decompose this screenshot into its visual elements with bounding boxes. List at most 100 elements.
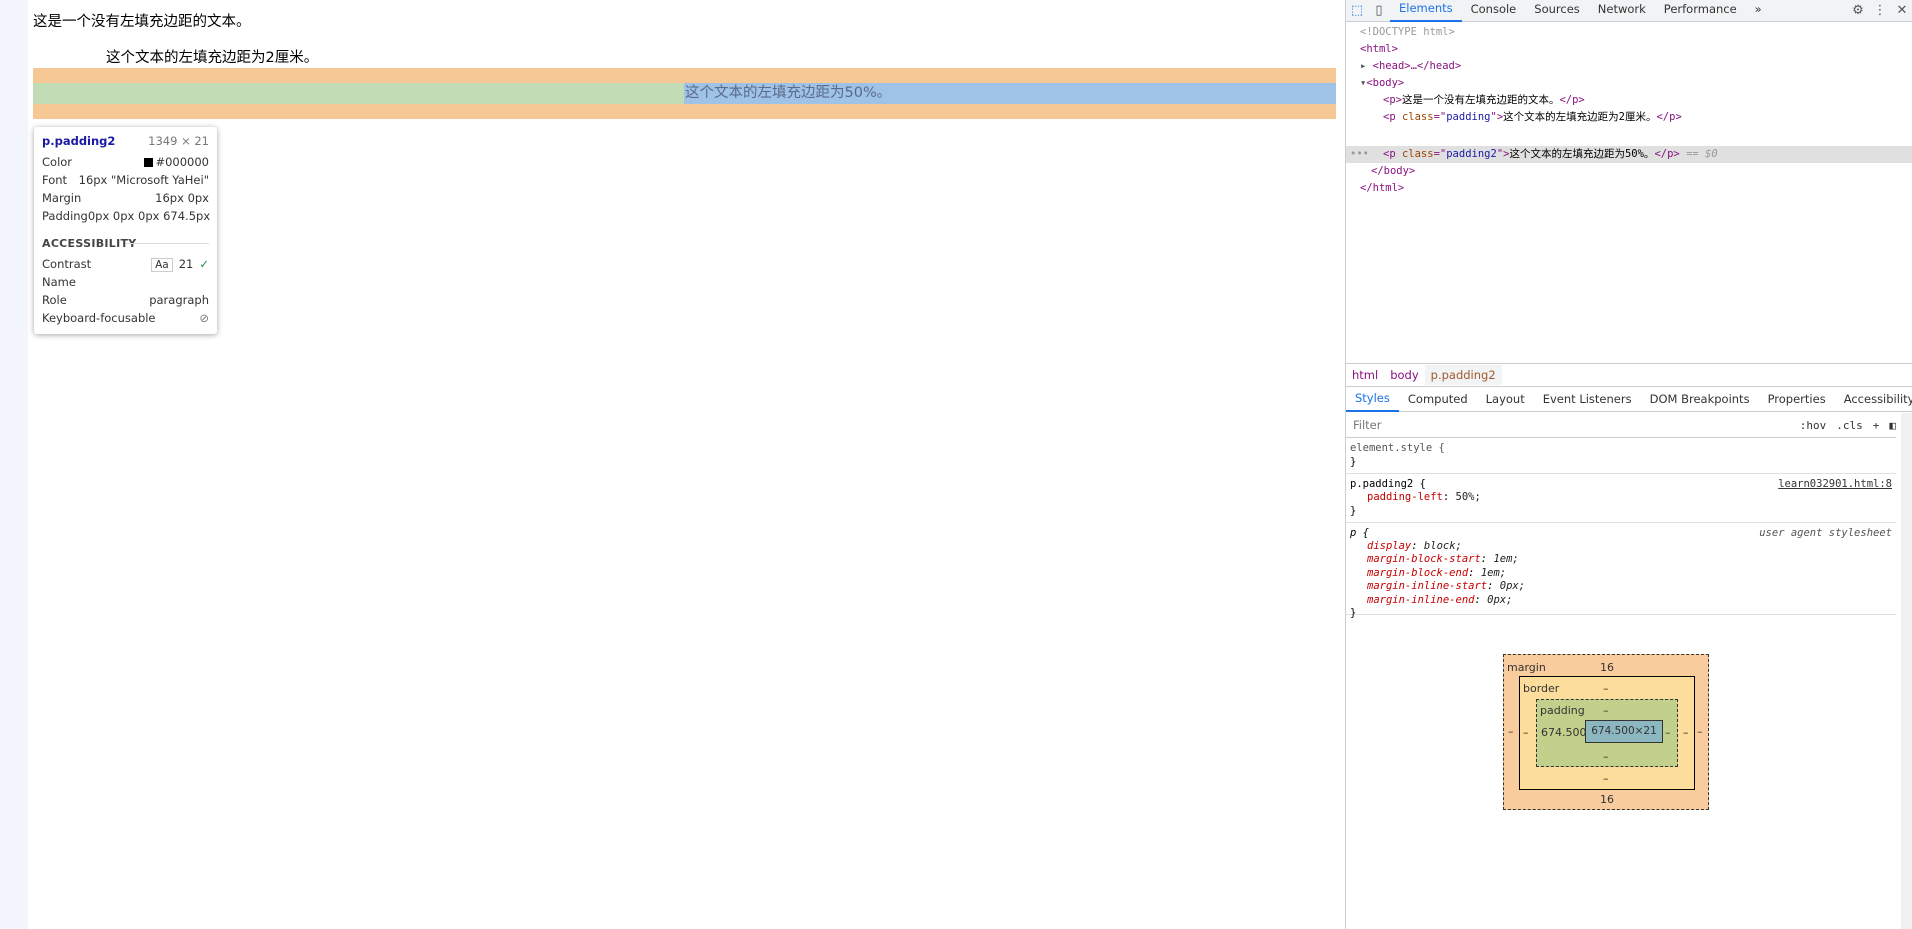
- highlight-padding: [33, 83, 684, 104]
- tooltip-font-value: 16px "Microsoft YaHei": [78, 173, 209, 187]
- box-model-margin[interactable]: margin 16 16 – – border – – – – padding …: [1503, 654, 1709, 810]
- tab-console[interactable]: Console: [1462, 0, 1526, 21]
- new-rule-icon[interactable]: +: [1873, 419, 1880, 432]
- breadcrumb-current[interactable]: p.padding2: [1424, 365, 1502, 385]
- tooltip-focusable-label: Keyboard-focusable: [42, 311, 156, 325]
- element-style-close: }: [1350, 456, 1357, 468]
- more-tabs-button[interactable]: »: [1746, 0, 1771, 21]
- tab-accessibility[interactable]: Accessibility: [1835, 388, 1912, 411]
- highlight-margin-top: [33, 68, 1336, 83]
- breadcrumb-body[interactable]: body: [1384, 368, 1424, 382]
- tooltip-padding-label: Padding: [42, 209, 88, 223]
- toggle-sidebar-icon[interactable]: ◧: [1889, 419, 1896, 432]
- cls-toggle[interactable]: .cls: [1836, 419, 1863, 432]
- dom-doctype[interactable]: <!DOCTYPE html>: [1360, 24, 1455, 41]
- rule1-close: }: [1350, 505, 1357, 517]
- padding-left-value[interactable]: 674.500: [1541, 726, 1587, 739]
- rule2-source: user agent stylesheet: [1759, 527, 1892, 539]
- border-left-value[interactable]: –: [1523, 726, 1529, 739]
- paragraph-padding-50: 这个文本的左填充边距为50%。: [685, 85, 892, 101]
- highlight-margin-bottom: [33, 104, 1336, 119]
- kebab-menu-icon[interactable]: ⋮: [1869, 3, 1891, 18]
- not-focusable-icon: ⊘: [199, 311, 209, 325]
- tooltip-contrast-label: Contrast: [42, 257, 92, 271]
- paragraph-padding-2cm: 这个文本的左填充边距为2厘米。: [106, 50, 319, 66]
- padding-label: padding: [1540, 704, 1585, 717]
- tab-sources[interactable]: Sources: [1525, 0, 1589, 21]
- styles-subtabs: Styles Computed Layout Event Listeners D…: [1346, 388, 1912, 412]
- device-toggle-icon[interactable]: ▯: [1368, 3, 1390, 18]
- ua-declaration: display: block;: [1367, 540, 1462, 552]
- breadcrumb-html[interactable]: html: [1346, 368, 1384, 382]
- border-label: border: [1523, 682, 1560, 695]
- check-circle-icon: ✓: [199, 257, 209, 271]
- tab-dom-breakpoints[interactable]: DOM Breakpoints: [1641, 388, 1759, 411]
- inspect-element-icon[interactable]: ⬚: [1346, 3, 1368, 18]
- tooltip-margin-label: Margin: [42, 191, 82, 205]
- tooltip-color-value: #000000: [155, 155, 209, 169]
- paragraph-no-padding: 这是一个没有左填充边距的文本。: [33, 14, 251, 30]
- margin-left-value[interactable]: –: [1508, 725, 1514, 738]
- tab-event-listeners[interactable]: Event Listeners: [1534, 388, 1641, 411]
- tab-properties[interactable]: Properties: [1759, 388, 1835, 411]
- styles-filter-input[interactable]: Filter: [1353, 418, 1381, 432]
- styles-scrollbar[interactable]: [1901, 413, 1912, 929]
- rule1-declaration[interactable]: padding-left: 50%;: [1367, 491, 1481, 504]
- border-right-value[interactable]: –: [1683, 726, 1689, 739]
- tooltip-color-label: Color: [42, 155, 73, 169]
- box-model-content[interactable]: 674.500×21: [1585, 720, 1663, 743]
- rule2-selector[interactable]: p {: [1350, 527, 1369, 540]
- tooltip-role-label: Role: [42, 293, 67, 307]
- gear-icon[interactable]: ⚙: [1847, 3, 1869, 18]
- border-top-value[interactable]: –: [1603, 682, 1609, 695]
- close-icon[interactable]: ✕: [1891, 3, 1912, 18]
- dom-head[interactable]: ▸ <head>…</head>: [1360, 58, 1461, 75]
- tooltip-size: 1349 × 21: [148, 134, 209, 148]
- ua-declaration: margin-block-start: 1em;: [1367, 553, 1519, 565]
- margin-top-value[interactable]: 16: [1600, 661, 1614, 674]
- hov-toggle[interactable]: :hov: [1800, 419, 1827, 432]
- margin-label: margin: [1507, 661, 1546, 674]
- tab-network[interactable]: Network: [1589, 0, 1655, 21]
- dom-html-open[interactable]: <html>: [1360, 41, 1398, 58]
- padding-top-value[interactable]: –: [1603, 704, 1609, 717]
- tooltip-name-label: Name: [42, 275, 76, 289]
- dom-ellipsis[interactable]: •••: [1350, 146, 1369, 163]
- box-model-border[interactable]: border – – – – padding – – 674.500 – 674…: [1519, 676, 1695, 790]
- styles-filter-bar: Filter :hov .cls + ◧: [1346, 413, 1896, 438]
- rule1-selector[interactable]: p.padding2 {: [1350, 478, 1426, 491]
- dom-p1[interactable]: <p>这是一个没有左填充边距的文本。</p>: [1383, 92, 1585, 109]
- padding-right-value[interactable]: –: [1665, 726, 1671, 739]
- element-style-selector[interactable]: element.style {: [1350, 442, 1445, 455]
- dom-body-open[interactable]: ▾<body>: [1360, 75, 1404, 92]
- tab-computed[interactable]: Computed: [1399, 388, 1477, 411]
- tooltip-accessibility-heading: ACCESSIBILITY: [42, 236, 137, 250]
- rule-element-style: element.style { }: [1346, 438, 1896, 474]
- tooltip-margin-value: 16px 0px: [155, 191, 209, 205]
- ua-declaration: margin-inline-start: 0px;: [1367, 580, 1526, 592]
- expand-arrow-icon[interactable]: ▸: [1360, 60, 1366, 72]
- dom-p3-selected[interactable]: <p class="padding2">这个文本的左填充边距为50%。</p> …: [1383, 146, 1718, 163]
- tab-performance[interactable]: Performance: [1655, 0, 1746, 21]
- breadcrumb: html body p.padding2: [1346, 363, 1912, 387]
- border-bottom-value[interactable]: –: [1603, 772, 1609, 785]
- tab-styles[interactable]: Styles: [1346, 387, 1399, 412]
- tab-elements[interactable]: Elements: [1390, 0, 1462, 22]
- devtools-toolbar: ⬚ ▯ Elements Console Sources Network Per…: [1346, 0, 1912, 22]
- dom-body-close[interactable]: </body>: [1371, 163, 1415, 180]
- tooltip-contrast-value: 21: [178, 257, 194, 271]
- dom-tree: <!DOCTYPE html> <html> ▸ <head>…</head> …: [1346, 22, 1912, 362]
- contrast-aa-badge: Aa: [151, 258, 173, 272]
- dom-html-close[interactable]: </html>: [1360, 180, 1404, 197]
- tab-layout[interactable]: Layout: [1477, 388, 1534, 411]
- rule2-close: }: [1350, 607, 1357, 619]
- margin-right-value[interactable]: –: [1697, 725, 1703, 738]
- box-model-padding[interactable]: padding – – 674.500 – 674.500×21: [1536, 699, 1678, 767]
- ua-declaration: margin-inline-end: 0px;: [1367, 594, 1513, 606]
- tooltip-padding-value: 0px 0px 0px 674.5px: [87, 209, 211, 223]
- margin-bottom-value[interactable]: 16: [1600, 793, 1614, 806]
- rule1-source-link[interactable]: learn032901.html:8: [1778, 478, 1892, 491]
- dom-p2[interactable]: <p class="padding">这个文本的左填充边距为2厘米。</p>: [1383, 109, 1682, 126]
- color-swatch: [144, 158, 154, 167]
- padding-bottom-value[interactable]: –: [1603, 750, 1609, 763]
